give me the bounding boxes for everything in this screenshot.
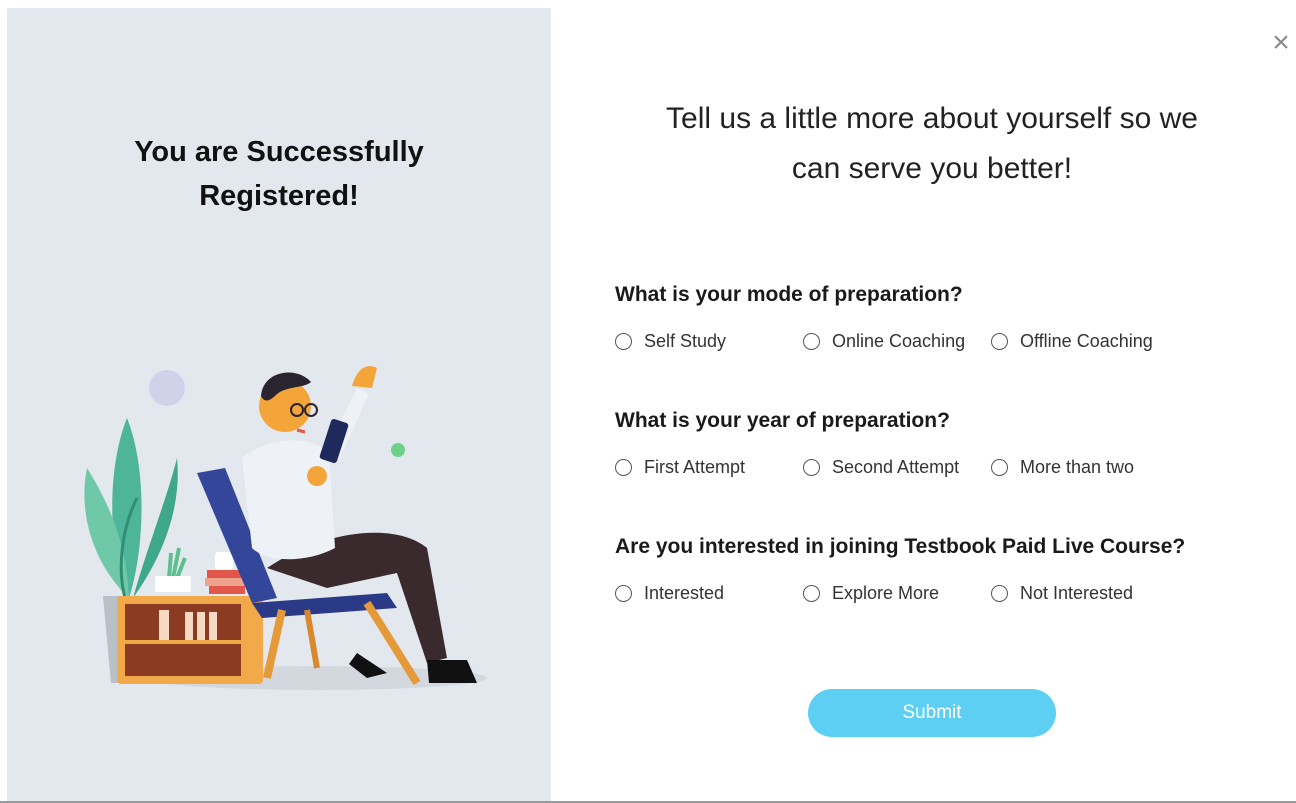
radio-button[interactable] bbox=[991, 585, 1008, 602]
close-button[interactable]: × bbox=[1268, 28, 1294, 58]
option-label: Second Attempt bbox=[832, 457, 960, 477]
option-online-coaching[interactable]: Online Coaching bbox=[803, 331, 965, 352]
options-interest: Interested Explore More Not Interested bbox=[615, 583, 1255, 607]
radio-button[interactable] bbox=[615, 333, 632, 350]
option-label: Not Interested bbox=[1020, 583, 1134, 603]
question-interest: Are you interested in joining Testbook P… bbox=[615, 535, 1186, 558]
options-year: First Attempt Second Attempt More than t… bbox=[615, 457, 1255, 481]
option-offline-coaching[interactable]: Offline Coaching bbox=[991, 331, 1153, 352]
student-reading-illustration bbox=[84, 366, 487, 690]
radio-button[interactable] bbox=[615, 585, 632, 602]
option-label: More than two bbox=[1020, 457, 1135, 477]
options-mode: Self Study Online Coaching Offline Coach… bbox=[615, 331, 1255, 355]
form-heading: Tell us a little more about yourself so … bbox=[666, 102, 1198, 185]
option-second-attempt[interactable]: Second Attempt bbox=[803, 457, 959, 478]
option-label: Offline Coaching bbox=[1020, 331, 1153, 351]
option-more-than-two[interactable]: More than two bbox=[991, 457, 1134, 478]
question-mode: What is your mode of preparation? bbox=[615, 283, 963, 306]
close-icon: × bbox=[1272, 26, 1290, 59]
question-year: What is your year of preparation? bbox=[615, 409, 950, 432]
radio-button[interactable] bbox=[803, 459, 820, 476]
option-label: Online Coaching bbox=[832, 331, 966, 351]
success-title: You are Successfully Registered! bbox=[134, 136, 424, 212]
option-label: Interested bbox=[644, 583, 725, 603]
option-explore-more[interactable]: Explore More bbox=[803, 583, 939, 604]
left-panel: You are Successfully Registered! bbox=[7, 8, 551, 801]
radio-button[interactable] bbox=[615, 459, 632, 476]
option-label: First Attempt bbox=[644, 457, 746, 477]
radio-button[interactable] bbox=[803, 333, 820, 350]
radio-button[interactable] bbox=[991, 333, 1008, 350]
submit-button[interactable]: Submit bbox=[808, 689, 1056, 737]
option-self-study[interactable]: Self Study bbox=[615, 331, 726, 352]
registration-modal: You are Successfully Registered! × Tell … bbox=[0, 0, 1296, 803]
radio-button[interactable] bbox=[991, 459, 1008, 476]
option-interested[interactable]: Interested bbox=[615, 583, 724, 604]
radio-button[interactable] bbox=[803, 585, 820, 602]
option-label: Self Study bbox=[644, 331, 727, 351]
option-not-interested[interactable]: Not Interested bbox=[991, 583, 1133, 604]
option-label: Explore More bbox=[832, 583, 940, 603]
option-first-attempt[interactable]: First Attempt bbox=[615, 457, 745, 478]
